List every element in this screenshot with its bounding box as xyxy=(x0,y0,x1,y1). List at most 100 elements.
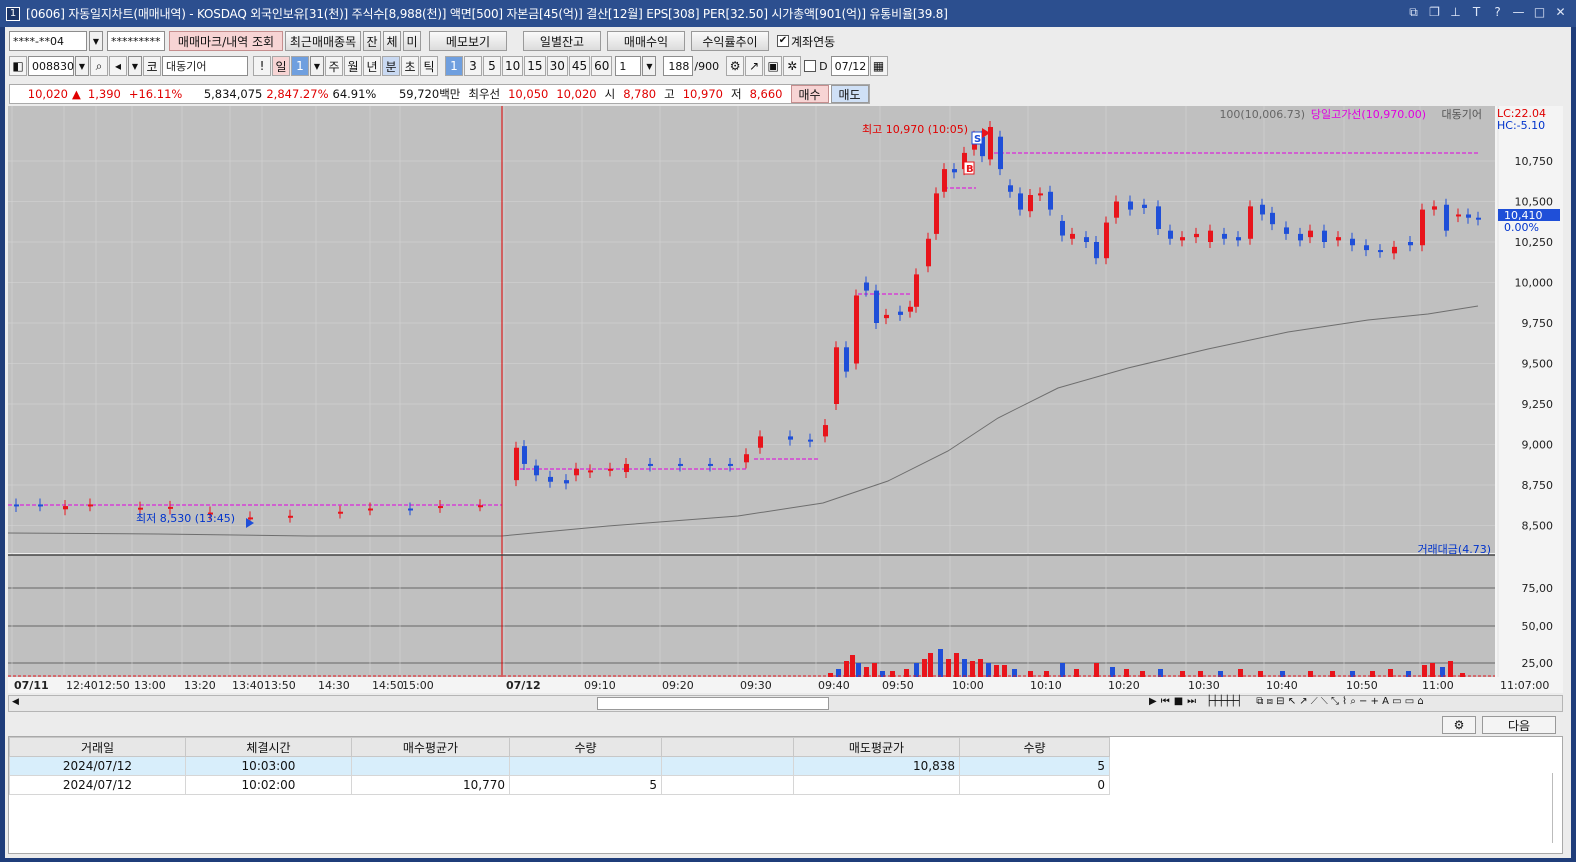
period-minute-tab[interactable]: 분 xyxy=(382,56,400,76)
filled-tab[interactable]: 체 xyxy=(383,31,401,51)
interval-dropdown-icon[interactable]: ▼ xyxy=(642,56,657,76)
sell-button[interactable]: 매도 xyxy=(830,85,869,103)
candle xyxy=(248,517,253,520)
col-sell-qty: 수량 xyxy=(959,737,1110,757)
candle xyxy=(926,238,931,267)
high-label: 고 xyxy=(664,87,675,101)
date-input[interactable]: 07/12 xyxy=(830,56,869,76)
count-input[interactable]: 188 xyxy=(663,56,694,76)
price-tick-label: 10,000 xyxy=(1515,277,1554,290)
password-input[interactable]: ********* xyxy=(107,31,165,51)
price-chart[interactable]: 10,750 10,500 10,250 10,000 9,750 9,500 9,250 9… xyxy=(8,106,1563,693)
interval-30[interactable]: 30 xyxy=(546,56,568,76)
period-second-tab[interactable]: 초 xyxy=(401,56,419,76)
volume-panel xyxy=(8,555,1495,677)
recent-trades-button[interactable]: 최근매매종목 xyxy=(285,31,361,51)
settings-icon[interactable]: ✲ xyxy=(783,56,802,76)
account-dropdown-icon[interactable]: ▼ xyxy=(89,31,103,51)
bid-price: 10,020 xyxy=(556,87,597,101)
calendar-icon[interactable]: ▦ xyxy=(869,56,888,76)
search-icon[interactable]: ⌕ xyxy=(90,56,108,76)
pin-icon[interactable]: ⊥ xyxy=(1448,4,1463,20)
profit-rate-button[interactable]: 수익률추이 xyxy=(691,31,769,51)
period-month-tab[interactable]: 월 xyxy=(344,56,362,76)
interval-60[interactable]: 60 xyxy=(591,56,613,76)
draw-tool-icon[interactable]: ↗ xyxy=(745,56,764,76)
interval-10[interactable]: 10 xyxy=(502,56,524,76)
unfilled-tab[interactable]: 미 xyxy=(403,31,421,51)
memo-button[interactable]: 메모보기 xyxy=(429,31,507,51)
volume-bar xyxy=(994,665,999,677)
zoom-slider[interactable]: ├┼┼┼┼┤ xyxy=(1206,696,1242,707)
candle xyxy=(1236,237,1241,241)
balance-tab[interactable]: 잔 xyxy=(363,31,381,51)
candle xyxy=(834,347,839,404)
interval-1[interactable]: 1 xyxy=(445,56,463,76)
d-checkbox[interactable] xyxy=(804,60,817,72)
stop-icon[interactable]: ■ xyxy=(1174,696,1183,707)
alert-icon[interactable]: ! xyxy=(253,56,271,76)
period-day-count[interactable]: 1 xyxy=(291,56,309,76)
stock-name[interactable]: 대동기어 xyxy=(162,56,248,76)
candle xyxy=(1408,242,1413,246)
restore-layout-icon[interactable]: ⧉ xyxy=(1406,4,1421,20)
sound-dropdown-icon[interactable]: ▼ xyxy=(128,56,142,76)
open-label: 시 xyxy=(604,87,616,101)
buy-button[interactable]: 매수 xyxy=(790,85,829,103)
time-tick-label: 10:50 xyxy=(1346,679,1378,692)
time-tick-label: 10:40 xyxy=(1266,679,1298,692)
candle xyxy=(1048,191,1053,210)
scroll-thumb[interactable] xyxy=(597,697,829,710)
chart-menu-icon[interactable]: ◧ xyxy=(9,56,27,76)
time-tick-label: 14:50 xyxy=(372,679,404,692)
code-dropdown-icon[interactable]: ▼ xyxy=(75,56,89,76)
candle xyxy=(874,290,879,323)
interval-45[interactable]: 45 xyxy=(568,56,591,76)
speaker-icon[interactable]: ◂ xyxy=(109,56,127,76)
next-button[interactable]: 다음 xyxy=(1482,716,1556,734)
play-icon[interactable]: ▶ xyxy=(1149,696,1157,707)
window-title: [0606] 자동일지차트(매매내역) - KOSDAQ 외국인보유[31(천)… xyxy=(26,7,948,21)
candle xyxy=(368,508,373,511)
grid-scrollbar[interactable] xyxy=(1552,773,1558,843)
help-icon[interactable]: ? xyxy=(1490,4,1505,20)
candle xyxy=(478,505,483,508)
volume-bar xyxy=(938,649,943,677)
minimize-icon[interactable]: — xyxy=(1511,4,1526,20)
table-row[interactable]: 2024/07/12 10:03:00 10,838 5 xyxy=(9,756,1110,776)
legend-high-line: 당일고가선(10,970.00) xyxy=(1311,107,1426,121)
open-price: 8,780 xyxy=(623,87,657,101)
candle xyxy=(1420,209,1425,246)
chart-tools-icons[interactable]: ⧉ ⧈ ⊟ ↖ ↗ ⟋ ⟍ ⤡ ⌇ ⌕ − + A ▭ ▭ ⌂ xyxy=(1256,696,1423,707)
period-tick-tab[interactable]: 틱 xyxy=(420,56,438,76)
interval-15[interactable]: 15 xyxy=(524,56,546,76)
period-year-tab[interactable]: 년 xyxy=(363,56,381,76)
table-row[interactable]: 2024/07/12 10:02:00 10,770 5 0 xyxy=(9,775,1110,795)
save-icon[interactable]: ▣ xyxy=(764,56,783,76)
candle xyxy=(744,454,749,463)
code-input[interactable]: 008830 xyxy=(28,56,74,76)
interval-input[interactable]: 1 xyxy=(615,56,642,76)
account-input[interactable]: ****-**04 xyxy=(9,31,87,51)
indicator-icon[interactable]: ⚙ xyxy=(726,56,745,76)
chart-scrollbar[interactable]: ◀ ▶ ⏮ ■ ⏭ ├┼┼┼┼┤ ⧉ ⧈ ⊟ ↖ ↗ ⟋ ⟍ ⤡ ⌇ ⌕ − +… xyxy=(8,695,1563,712)
copy-window-icon[interactable]: ❐ xyxy=(1427,4,1442,20)
account-link-checkbox[interactable]: ✔ xyxy=(777,35,789,47)
rewind-icon[interactable]: ⏮ xyxy=(1161,696,1170,707)
text-icon[interactable]: T xyxy=(1469,4,1484,20)
scroll-left-icon[interactable]: ◀ xyxy=(12,697,19,707)
period-day-tab[interactable]: 일 xyxy=(272,56,290,76)
close-icon[interactable]: ✕ xyxy=(1553,4,1568,20)
time-tick-label: 09:20 xyxy=(662,679,694,692)
interval-3[interactable]: 3 xyxy=(464,56,482,76)
candle xyxy=(1180,237,1185,241)
day-count-dropdown-icon[interactable]: ▼ xyxy=(310,56,324,76)
daily-balance-button[interactable]: 일별잔고 xyxy=(523,31,601,51)
maximize-icon[interactable]: □ xyxy=(1532,4,1547,20)
interval-5[interactable]: 5 xyxy=(483,56,501,76)
trade-profit-button[interactable]: 매매수익 xyxy=(607,31,685,51)
forward-icon[interactable]: ⏭ xyxy=(1187,696,1196,707)
trade-mark-button[interactable]: 매매마크/내역 조회 xyxy=(169,31,283,51)
grid-settings-icon[interactable]: ⚙ xyxy=(1442,716,1476,734)
period-week-tab[interactable]: 주 xyxy=(325,56,343,76)
